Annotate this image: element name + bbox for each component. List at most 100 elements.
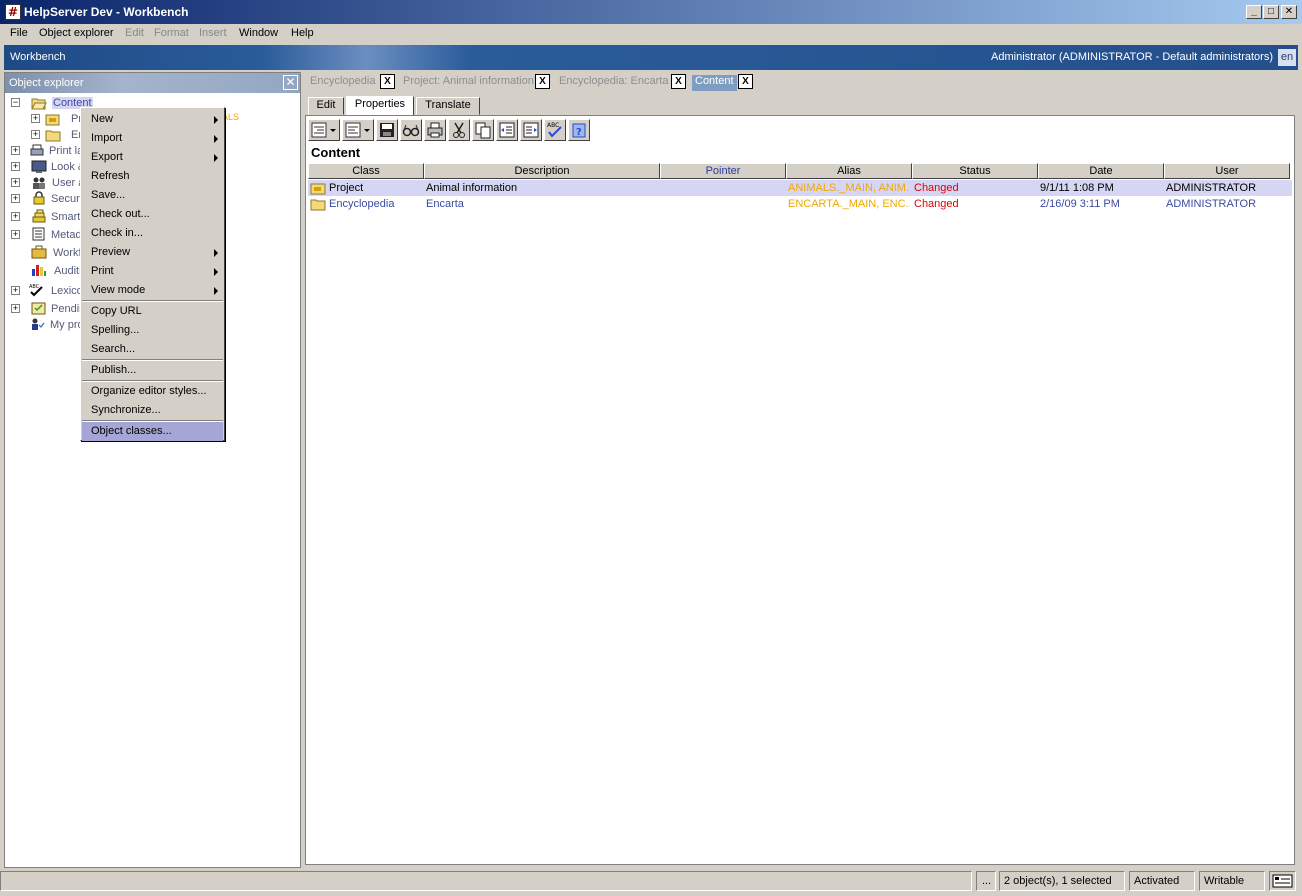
tab-translate[interactable]: Translate: [416, 97, 480, 115]
table-row[interactable]: Encyclopedia Encarta ENCARTA._MAIN, ENC.…: [308, 196, 1292, 212]
cell-alias: ANIMALS._MAIN, ANIM...: [788, 182, 910, 194]
tree-item-print-layouts[interactable]: + Print la: [11, 143, 91, 159]
expand-icon[interactable]: +: [31, 114, 40, 123]
column-header-date[interactable]: Date: [1038, 163, 1164, 179]
tab-content[interactable]: Content: [692, 75, 737, 91]
column-header-pointer[interactable]: Pointer: [660, 163, 786, 179]
menu-item-export[interactable]: Export: [82, 148, 223, 167]
svg-text:ABC: ABC: [547, 122, 559, 129]
tree-item-pending[interactable]: + Pendir: [11, 301, 91, 317]
spelling-button[interactable]: ABC: [544, 119, 566, 141]
move-up-button[interactable]: [496, 119, 518, 141]
expand-icon[interactable]: +: [11, 212, 20, 221]
collapse-icon[interactable]: −: [11, 98, 20, 107]
cut-button[interactable]: [448, 119, 470, 141]
tree-label: Auditi: [54, 265, 82, 277]
menu-item-search[interactable]: Search...: [82, 340, 223, 359]
menu-item-print[interactable]: Print: [82, 262, 223, 281]
close-panel-icon[interactable]: ✕: [283, 75, 298, 90]
tab-properties[interactable]: Properties: [346, 96, 414, 116]
move-up-icon: [499, 122, 515, 138]
column-header-description[interactable]: Description: [424, 163, 660, 179]
status-message: [0, 871, 972, 891]
cell-user: ADMINISTRATOR: [1166, 198, 1257, 210]
close-tab-icon[interactable]: X: [380, 74, 395, 89]
tree-item-auditing[interactable]: Auditi: [11, 263, 91, 279]
menu-bar: File Object explorer Edit Format Insert …: [0, 24, 1302, 43]
maximize-button[interactable]: □: [1263, 5, 1279, 19]
menu-item-check-in[interactable]: Check in...: [82, 224, 223, 243]
table-row[interactable]: Project Animal information ANIMALS._MAIN…: [308, 180, 1292, 196]
expand-icon[interactable]: +: [11, 304, 20, 313]
outdent-menu-icon: [345, 122, 370, 138]
menu-item-preview[interactable]: Preview: [82, 243, 223, 262]
bar-chart-icon: [32, 265, 46, 276]
language-button[interactable]: en: [1278, 49, 1296, 66]
tree-item-my-profile[interactable]: My pro: [11, 317, 91, 333]
menu-item-publish[interactable]: Publish...: [82, 361, 223, 380]
expand-icon[interactable]: +: [11, 178, 20, 187]
tree-item-look-and-feel[interactable]: + Look &: [11, 159, 91, 175]
tab-edit[interactable]: Edit: [308, 97, 344, 115]
cell-date: 2/16/09 3:11 PM: [1040, 198, 1120, 210]
save-button[interactable]: [376, 119, 398, 141]
expand-icon[interactable]: +: [31, 130, 40, 139]
cell-alias: ENCARTA._MAIN, ENC...: [788, 198, 910, 210]
menu-file[interactable]: File: [10, 27, 28, 39]
close-button[interactable]: ✕: [1281, 5, 1297, 19]
user-profile-icon: [32, 318, 45, 330]
menu-window[interactable]: Window: [239, 27, 278, 39]
close-tab-icon[interactable]: X: [671, 74, 686, 89]
column-header-alias[interactable]: Alias: [786, 163, 912, 179]
tree-item-user-admin[interactable]: + User a: [11, 175, 91, 191]
tree-label: Metad: [51, 229, 82, 241]
tab-encyclopedia-encarta[interactable]: Encyclopedia: Encarta: [559, 75, 668, 91]
menu-item-label: Export: [91, 151, 123, 163]
tab-project-animal-information[interactable]: Project: Animal information: [403, 75, 534, 91]
menu-item-refresh[interactable]: Refresh: [82, 167, 223, 186]
menu-item-view-mode[interactable]: View mode: [82, 281, 223, 300]
menu-item-check-out[interactable]: Check out...: [82, 205, 223, 224]
folder-icon: [45, 130, 61, 142]
close-tab-icon[interactable]: X: [738, 74, 753, 89]
expand-icon[interactable]: +: [11, 286, 20, 295]
menu-item-save[interactable]: Save...: [82, 186, 223, 205]
tab-encyclopedia[interactable]: Encyclopedia: [310, 75, 375, 91]
outdent-menu-button[interactable]: [342, 119, 374, 141]
indent-menu-button[interactable]: [308, 119, 340, 141]
print-button[interactable]: [424, 119, 446, 141]
menu-object-explorer[interactable]: Object explorer: [39, 27, 114, 39]
menu-item-copy-url[interactable]: Copy URL: [82, 302, 223, 321]
status-keyboard-button[interactable]: [1269, 871, 1296, 891]
menu-item-organize-editor-styles[interactable]: Organize editor styles...: [82, 382, 223, 401]
copy-button[interactable]: [472, 119, 494, 141]
content-title: Content: [311, 145, 361, 160]
status-ellipsis-button[interactable]: ...: [976, 871, 996, 891]
expand-icon[interactable]: +: [11, 230, 20, 239]
menu-item-object-classes[interactable]: Object classes...: [82, 422, 223, 441]
column-header-status[interactable]: Status: [912, 163, 1038, 179]
menu-item-new[interactable]: New: [82, 110, 223, 129]
minimize-button[interactable]: _: [1246, 5, 1262, 19]
menu-item-spelling[interactable]: Spelling...: [82, 321, 223, 340]
menu-item-import[interactable]: Import: [82, 129, 223, 148]
column-header-user[interactable]: User: [1164, 163, 1290, 179]
submenu-arrow-icon: [214, 268, 218, 276]
tree-item-smart[interactable]: + Smart: [11, 209, 91, 225]
menu-item-synchronize[interactable]: Synchronize...: [82, 401, 223, 420]
tree-item-security[interactable]: + Secur: [11, 191, 91, 207]
expand-icon[interactable]: +: [11, 146, 20, 155]
tree-item-lexicon[interactable]: + ABC Lexico: [11, 283, 91, 299]
tree-item-metadata[interactable]: + Metad: [11, 227, 91, 243]
tree-item-workflow[interactable]: Workf: [11, 245, 91, 261]
cell-status: Changed: [914, 198, 959, 210]
close-tab-icon[interactable]: X: [535, 74, 550, 89]
preview-button[interactable]: [400, 119, 422, 141]
expand-icon[interactable]: +: [11, 194, 20, 203]
expand-icon[interactable]: +: [11, 162, 20, 171]
column-header-class[interactable]: Class: [308, 163, 424, 179]
move-down-button[interactable]: [520, 119, 542, 141]
menu-help[interactable]: Help: [291, 27, 314, 39]
help-button[interactable]: ?: [568, 119, 590, 141]
cell-status: Changed: [914, 182, 959, 194]
